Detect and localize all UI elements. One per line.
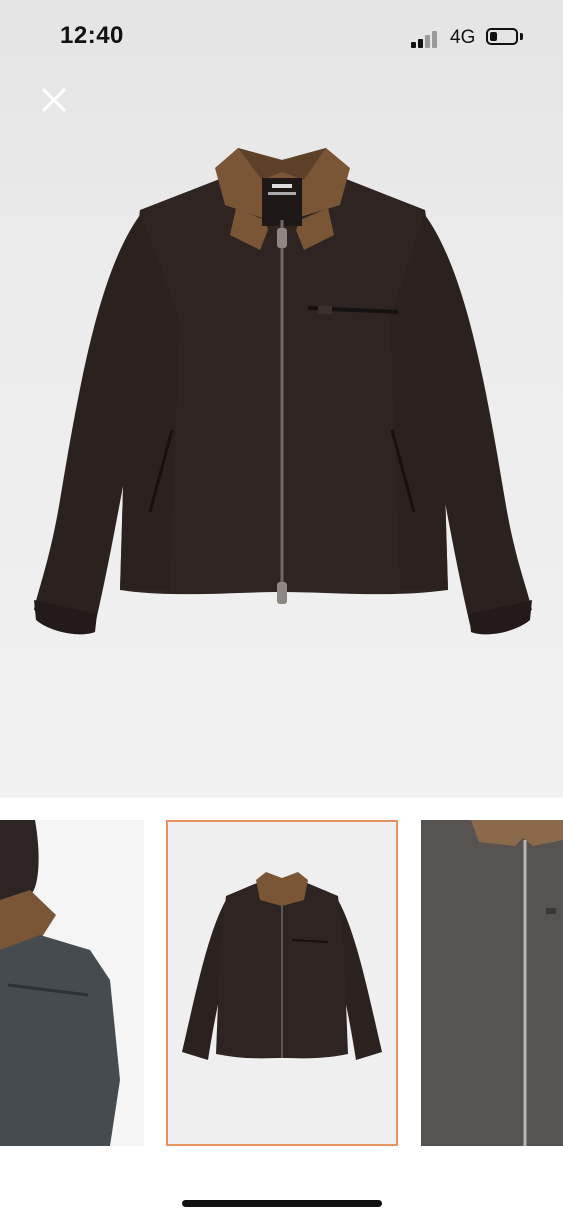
product-image-viewer[interactable]: 12:40 4G <box>0 0 563 798</box>
cellular-signal-icon <box>411 30 441 48</box>
thumbnail-image <box>421 820 563 1146</box>
close-button[interactable] <box>38 84 70 116</box>
thumbnail-model-shot[interactable] <box>0 820 144 1146</box>
home-indicator[interactable] <box>182 1200 382 1207</box>
jacket-illustration <box>34 148 532 635</box>
status-bar: 12:40 4G <box>0 0 563 76</box>
thumbnail-front-view[interactable] <box>166 820 398 1146</box>
network-type: 4G <box>450 27 476 48</box>
thumbnail-detail-closeup[interactable] <box>421 820 563 1146</box>
battery-icon <box>486 28 518 45</box>
thumbnail-strip[interactable] <box>0 798 563 1158</box>
product-main-image[interactable] <box>0 120 563 680</box>
thumbnail-image <box>168 822 396 1144</box>
status-time: 12:40 <box>60 22 124 49</box>
close-icon <box>42 88 66 112</box>
thumbnail-image <box>0 820 144 1146</box>
